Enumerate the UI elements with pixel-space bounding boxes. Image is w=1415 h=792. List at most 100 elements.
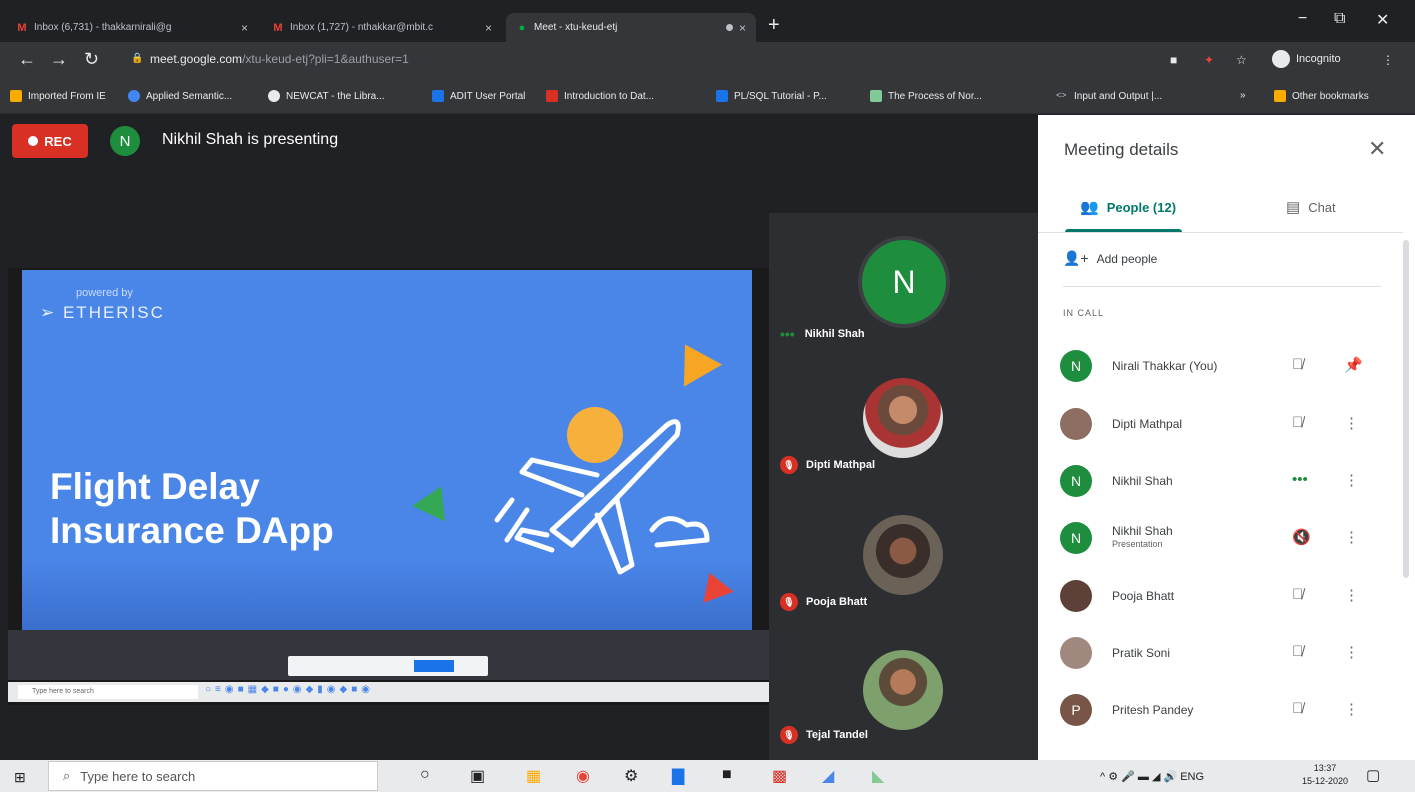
back-icon[interactable]: ← [18, 49, 36, 70]
mic-off-icon: 🎙̸ [1292, 643, 1304, 660]
terminal-icon[interactable]: ■ [722, 766, 732, 784]
extension-icon[interactable]: ✦ [1204, 53, 1214, 67]
settings-icon[interactable]: ⚙ [624, 766, 638, 786]
bookmark-item[interactable]: <> Input and Output |... [1056, 90, 1162, 102]
participant-row[interactable]: Dipti Mathpal 🎙̸ ⋮ [1060, 404, 1385, 444]
bookmark-item[interactable]: Other bookmarks [1274, 90, 1369, 102]
mic-off-icon: 🎙̸ [1292, 700, 1304, 717]
more-options-icon[interactable]: ⋮ [1344, 700, 1359, 718]
bookmark-item[interactable]: Introduction to Dat... [546, 90, 654, 102]
maximize-button[interactable]: ⧉ [1334, 10, 1345, 28]
participant-row[interactable]: P Pritesh Pandey 🎙̸ ⋮ [1060, 690, 1385, 730]
participant-name: Pritesh Pandey [1112, 702, 1194, 717]
site-icon [432, 90, 444, 102]
etherisc-logo: ➢ ETHERISC [40, 303, 165, 322]
shared-taskbar-icons: ○≡◉■▦◆■●◉◆▮◉◆■◉ [205, 684, 374, 695]
more-options-icon[interactable]: ⋮ [1344, 471, 1359, 489]
window-close-button[interactable]: ✕ [1376, 10, 1389, 30]
mic-off-icon: 🎙 [780, 726, 798, 744]
panel-close-button[interactable]: ✕ [1368, 136, 1386, 162]
acrobat-icon[interactable]: ▩ [772, 766, 787, 786]
audio-off-icon: 🔇 [1292, 529, 1311, 546]
close-tab-icon[interactable]: × [241, 21, 248, 35]
bookmark-item[interactable]: Imported From IE [10, 90, 106, 102]
code-icon: <> [1056, 90, 1067, 100]
participant-avatar: N [858, 236, 950, 328]
bookmark-item[interactable]: The Process of Nor... [870, 90, 982, 102]
camera-icon[interactable]: ■ [1170, 53, 1177, 67]
sharing-notice [288, 656, 488, 676]
tile-name: 🎙 Pooja Bhatt [780, 593, 867, 611]
mic-off-icon: 🎙 [780, 593, 798, 611]
mic-off-icon: 🎙̸ [1292, 586, 1304, 603]
gmail-icon: M [17, 21, 27, 34]
participant-video [863, 650, 943, 730]
participant-row[interactable]: Pooja Bhatt 🎙̸ ⋮ [1060, 576, 1385, 616]
new-tab-button[interactable]: + [768, 14, 780, 37]
recording-badge: REC [12, 124, 88, 158]
shared-search-box: Type here to search [18, 685, 198, 699]
file-explorer-icon[interactable]: ▦ [526, 766, 541, 786]
avatar [1060, 580, 1092, 612]
tab-meet[interactable]: ● Meet - xtu-keud-etj × [506, 13, 756, 42]
bookmark-item[interactable]: PL/SQL Tutorial - P... [716, 90, 827, 102]
tab-gmail-2[interactable]: M Inbox (1,727) - nthakkar@mbit.c × [262, 13, 502, 42]
bookmark-item[interactable]: Applied Semantic... [128, 90, 232, 102]
site-icon [128, 90, 140, 102]
presenter-avatar: N [110, 126, 140, 156]
site-icon [268, 90, 280, 102]
add-people-button[interactable]: 👤+ Add people [1063, 250, 1157, 267]
close-tab-icon[interactable]: × [485, 21, 492, 35]
add-person-icon: 👤+ [1063, 250, 1089, 266]
close-tab-icon[interactable]: × [739, 21, 746, 35]
panel-scrollbar[interactable] [1403, 240, 1409, 578]
more-options-icon[interactable]: ⋮ [1344, 414, 1359, 432]
tile-name: 🎙 Tejal Tandel [780, 726, 868, 744]
menu-icon[interactable]: ⋮ [1382, 53, 1394, 67]
tab-people[interactable]: 👥 People (12) [1080, 198, 1176, 216]
participant-row[interactable]: Pratik Soni 🎙̸ ⋮ [1060, 633, 1385, 673]
more-options-icon[interactable]: ⋮ [1344, 643, 1359, 661]
presentation-slide: powered by ➢ ETHERISC Flight Delay Insur… [22, 270, 752, 630]
word-icon[interactable]: ▇ [672, 766, 684, 786]
windows-start-icon[interactable]: ⊞ [14, 769, 26, 786]
task-view-icon[interactable]: ▣ [470, 766, 485, 786]
bookmarks-overflow-button[interactable]: » [1240, 90, 1246, 101]
bookmark-item[interactable]: ADIT User Portal [432, 90, 525, 102]
incognito-badge[interactable]: Incognito [1272, 50, 1341, 68]
participant-row[interactable]: N Nikhil Shah Presentation 🔇 ⋮ [1060, 518, 1385, 558]
participant-name: Nikhil Shah [1112, 473, 1173, 488]
notification-icon[interactable]: ▢ [1366, 766, 1380, 784]
chrome-icon[interactable]: ◉ [576, 766, 590, 786]
mic-off-icon: 🎙̸ [1292, 414, 1304, 431]
lock-icon: 🔒 [131, 53, 144, 64]
tile-name: ••• Nikhil Shah [780, 326, 865, 342]
taskbar-clock[interactable]: 13:37 15-12-2020 [1302, 762, 1348, 788]
more-options-icon[interactable]: ⋮ [1344, 586, 1359, 604]
tab-gmail-1[interactable]: M Inbox (6,731) - thakkarnirali@g × [6, 13, 258, 42]
presenter-status: Nikhil Shah is presenting [162, 131, 339, 148]
avatar [1060, 637, 1092, 669]
bookmark-item[interactable]: NEWCAT - the Libra... [268, 90, 385, 102]
pin-icon[interactable]: 📌 [1344, 356, 1363, 374]
slide-title-line-1: Flight Delay [50, 466, 260, 507]
site-icon [870, 90, 882, 102]
tab-chat[interactable]: ▤ Chat [1286, 198, 1336, 216]
speaking-indicator-icon: ••• [780, 326, 795, 342]
participant-row[interactable]: N Nirali Thakkar (You) 🎙̸ 📌 [1060, 346, 1385, 386]
taskbar-search-box[interactable]: ⌕ Type here to search [48, 761, 378, 791]
participant-row[interactable]: N Nikhil Shah ••• ⋮ [1060, 461, 1385, 501]
in-call-heading: IN CALL [1063, 308, 1105, 318]
minimize-button[interactable]: − [1298, 10, 1307, 28]
stop-sharing-button[interactable] [414, 660, 454, 672]
system-tray[interactable]: ^ ⚙ 🎤 ▬ ◢ 🔊 ENG [1100, 770, 1204, 783]
app-icon[interactable]: ◢ [822, 766, 834, 786]
forward-icon[interactable]: → [50, 49, 68, 70]
reload-icon[interactable]: ↻ [84, 49, 99, 70]
gmail-icon: M [273, 21, 283, 34]
star-icon[interactable]: ☆ [1236, 53, 1247, 67]
cortana-icon[interactable]: ○ [420, 766, 430, 784]
more-options-icon[interactable]: ⋮ [1344, 528, 1359, 546]
site-icon [546, 90, 558, 102]
app-icon[interactable]: ◣ [872, 766, 884, 786]
